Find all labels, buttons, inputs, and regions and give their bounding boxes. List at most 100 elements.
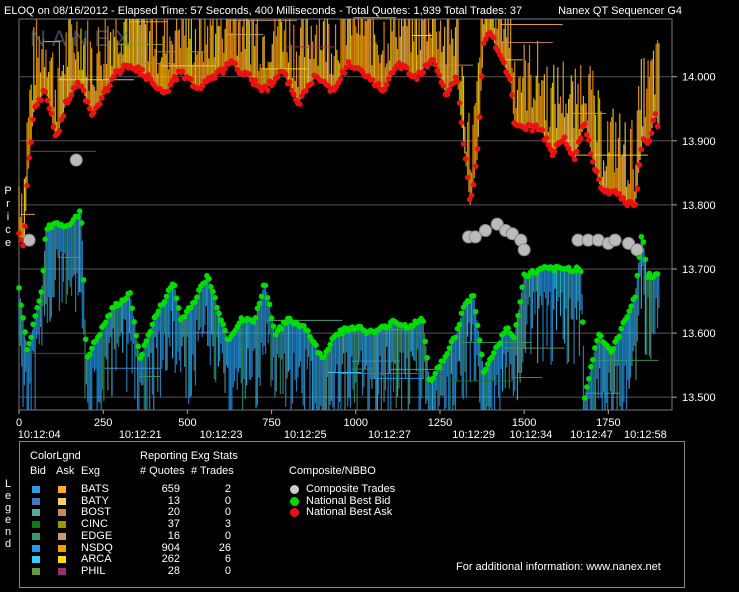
- bid-point: [634, 272, 641, 279]
- bid-point: [616, 333, 622, 340]
- ask-point: [652, 111, 659, 117]
- y-tick-label: 14.000: [682, 72, 716, 84]
- ask-point: [99, 95, 105, 101]
- bid-point: [129, 305, 135, 312]
- bid-point: [583, 384, 590, 390]
- bid-point: [491, 349, 497, 356]
- bid-point: [579, 319, 586, 325]
- ask-point: [634, 185, 641, 192]
- ask-swatch: [58, 556, 66, 564]
- ask-point: [232, 60, 239, 67]
- exchange-name: BOST: [81, 506, 111, 519]
- bid-point: [76, 208, 83, 214]
- bid-point: [28, 334, 34, 341]
- time-label: 10:12:29: [452, 429, 495, 440]
- trade-count: 0: [224, 529, 231, 542]
- bid-point: [472, 308, 479, 315]
- quote-count: 20: [167, 506, 180, 519]
- legend-marker: [290, 496, 299, 506]
- quote-count: 659: [161, 483, 180, 495]
- watermark: NANEX: [30, 26, 136, 51]
- bid-point: [517, 299, 523, 305]
- bid-point: [610, 346, 616, 352]
- bid-point: [515, 312, 521, 319]
- ask-swatch: [58, 544, 66, 552]
- bid-point: [474, 322, 481, 329]
- exchange-name: CINC: [81, 518, 108, 531]
- bid-point: [636, 254, 643, 260]
- ask-point: [654, 123, 661, 130]
- ask-point: [577, 135, 584, 142]
- bid-point: [497, 340, 503, 346]
- bid-point: [305, 328, 311, 334]
- bid-point: [513, 322, 519, 328]
- ask-point: [291, 91, 297, 98]
- ask-point: [18, 237, 24, 243]
- x-tick-label: 1500: [512, 417, 536, 429]
- ask-point: [476, 114, 483, 120]
- bid-point: [191, 299, 198, 306]
- bid-point: [640, 239, 647, 245]
- ask-point: [420, 69, 426, 76]
- ask-point: [501, 59, 507, 66]
- x-tick-label: 250: [94, 417, 112, 429]
- bid-point: [36, 298, 43, 304]
- composite-label: Composite Trades: [306, 483, 396, 495]
- time-label: 10:12:27: [368, 429, 411, 440]
- ask-swatch: [58, 486, 66, 493]
- bid-point: [194, 294, 200, 301]
- bid-point: [476, 337, 483, 343]
- bid-point: [278, 326, 285, 332]
- bid-swatch: [32, 556, 40, 564]
- x-tick-label: 750: [262, 417, 280, 429]
- ask-point: [42, 89, 49, 95]
- ask-point: [456, 100, 463, 106]
- trade-point: [478, 224, 492, 238]
- quote-count: 16: [167, 529, 180, 542]
- legend-marker: [290, 508, 299, 517]
- ask-point: [385, 76, 392, 82]
- bid-point: [505, 325, 511, 331]
- ask-point: [341, 70, 348, 76]
- trade-count: 0: [224, 564, 231, 577]
- bid-point: [80, 277, 87, 283]
- trade-point: [69, 153, 83, 167]
- bid-point: [18, 302, 24, 309]
- quote-count: 262: [161, 553, 180, 566]
- exchange-name: BATY: [81, 494, 109, 507]
- ask-point: [638, 146, 645, 153]
- bid-point: [175, 305, 182, 311]
- ask-point: [507, 76, 513, 83]
- ask-point: [60, 113, 67, 119]
- bid-point: [20, 315, 26, 321]
- bid-point: [34, 304, 40, 311]
- bid-point: [210, 288, 216, 295]
- ask-point: [620, 195, 626, 201]
- bid-swatch: [32, 497, 40, 505]
- time-label: 10:12:47: [570, 429, 613, 440]
- trade-point: [517, 243, 531, 257]
- ask-point: [44, 97, 51, 103]
- ask-point: [464, 174, 471, 181]
- ask-point: [551, 148, 558, 155]
- bid-point: [42, 236, 49, 242]
- bid-point: [268, 315, 275, 321]
- ask-point: [48, 110, 55, 117]
- ask-point: [68, 92, 75, 98]
- footer-link[interactable]: For additional information: www.nanex.ne…: [456, 561, 661, 573]
- bid-point: [38, 289, 45, 295]
- bid-point: [139, 351, 146, 358]
- ask-point: [274, 73, 281, 80]
- bid-point: [325, 346, 331, 353]
- bid-point: [181, 313, 188, 320]
- ask-point: [179, 68, 186, 75]
- bid-point: [466, 298, 473, 305]
- ask-point: [38, 97, 45, 103]
- x-tick-label: 500: [178, 417, 196, 429]
- bid-point: [222, 327, 228, 334]
- bid-point: [598, 333, 604, 339]
- ask-point: [539, 127, 546, 133]
- bid-point: [208, 284, 214, 290]
- col-trades: # Trades: [191, 465, 234, 477]
- bid-point: [107, 312, 113, 318]
